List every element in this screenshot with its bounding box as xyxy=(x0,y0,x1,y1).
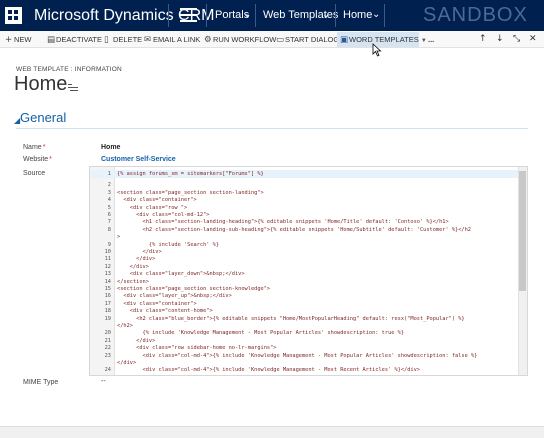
plus-icon: + xyxy=(5,35,13,45)
mouse-cursor-icon xyxy=(372,43,382,57)
source-field-label: Source xyxy=(23,170,46,177)
form-selector-icon[interactable] xyxy=(68,84,78,92)
word-icon: ▣ xyxy=(340,35,349,45)
email-link-button[interactable]: ✉ EMAIL A LINK xyxy=(144,34,200,46)
deactivate-button[interactable]: ▤DEACTIVATE xyxy=(47,34,102,46)
close-icon[interactable]: ✕ xyxy=(529,33,537,45)
new-button[interactable]: + NEW xyxy=(5,34,32,46)
section-title-general[interactable]: General xyxy=(20,110,66,126)
line-number: 24 xyxy=(104,367,111,374)
name-field[interactable]: Home xyxy=(101,143,120,152)
editor-scrollbar[interactable] xyxy=(518,167,527,375)
section-divider xyxy=(16,128,528,129)
arrow-down-icon[interactable]: ↓ xyxy=(496,33,504,45)
more-commands-button[interactable]: ... xyxy=(428,34,434,46)
chevron-down-icon[interactable]: ⌄ xyxy=(372,8,380,21)
app-launcher-icon[interactable] xyxy=(5,7,22,24)
scrollbar-thumb[interactable] xyxy=(519,171,526,291)
nav-divider xyxy=(384,4,385,27)
email-icon: ✉ xyxy=(144,35,152,45)
name-field-label: Name* xyxy=(23,144,46,151)
command-bar: + NEW ▤DEACTIVATE ▯ DELETE ✉ EMAIL A LINK ⚙… xyxy=(0,31,544,48)
nav-divider xyxy=(335,4,336,27)
code-text: <div class="col-md-4">{% include 'Knowle… xyxy=(117,367,420,374)
line-number: 1 xyxy=(107,171,111,177)
top-navigation-bar: Microsoft Dynamics CRM Portals ⌄ Web Tem… xyxy=(0,0,544,31)
nav-divider xyxy=(206,4,207,27)
chevron-down-icon[interactable]: ⌄ xyxy=(322,8,330,21)
deactivate-icon: ▤ xyxy=(47,35,56,45)
dropdown-caret-icon: ▼ xyxy=(420,38,427,44)
mime-type-label: MIME Type xyxy=(23,379,59,386)
nav-divider xyxy=(168,4,169,27)
chevron-down-icon[interactable]: ⌄ xyxy=(243,8,251,21)
environment-watermark: SANDBOX xyxy=(423,4,528,26)
delete-button[interactable]: ▯ DELETE xyxy=(104,34,142,46)
start-dialog-button[interactable]: ▭START DIALOG xyxy=(276,34,339,46)
code-line[interactable]: 24 <div class="col-md-4">{% include 'Kno… xyxy=(90,366,519,374)
code-text: {% assign forums_sm = sitemarkers["Forum… xyxy=(117,171,264,177)
expand-icon[interactable]: ⤡ xyxy=(513,33,520,45)
website-field-label: Website* xyxy=(23,156,52,163)
mime-type-field[interactable]: -- xyxy=(101,378,106,385)
required-asterisk-icon: * xyxy=(42,144,46,151)
trash-icon: ▯ xyxy=(104,35,109,45)
code-line[interactable]: 1 {% assign forums_sm = sitemarkers["Foru… xyxy=(90,170,519,178)
arrow-up-icon[interactable]: ↑ xyxy=(479,33,487,45)
status-bar xyxy=(0,426,544,438)
nav-divider xyxy=(255,4,256,27)
website-lookup-link[interactable]: Customer Self-Service xyxy=(101,155,176,164)
hamburger-menu-icon[interactable] xyxy=(180,8,197,22)
source-code-editor[interactable]: 1 {% assign forums_sm = sitemarkers["Foru… xyxy=(89,166,528,376)
nav-item-home[interactable]: Home xyxy=(343,9,372,22)
page-title: Home xyxy=(14,73,68,95)
dialog-icon: ▭ xyxy=(276,35,285,45)
workflow-icon: ⚙ xyxy=(204,35,212,45)
run-workflow-button[interactable]: ⚙RUN WORKFLOW xyxy=(204,34,276,46)
required-asterisk-icon: * xyxy=(49,156,52,163)
